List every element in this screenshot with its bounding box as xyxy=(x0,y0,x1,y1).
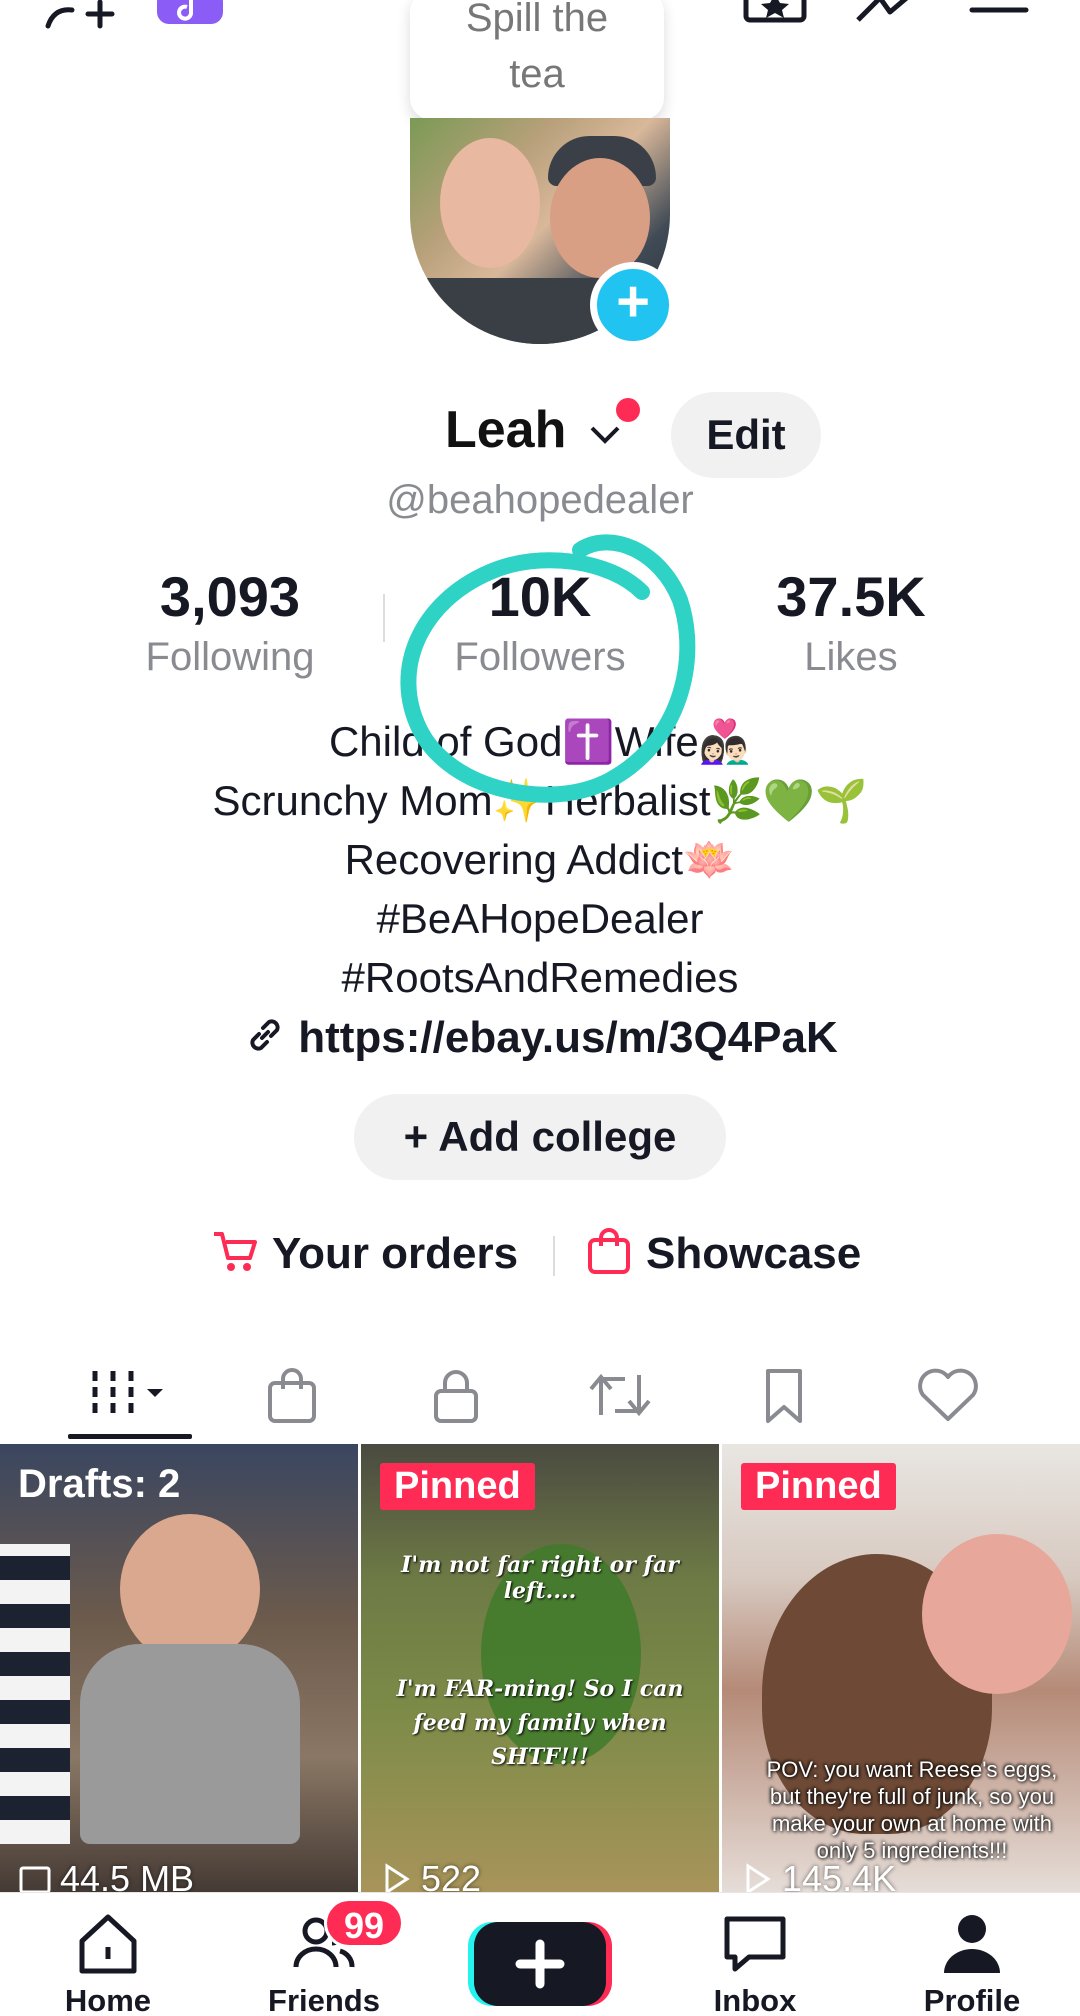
username-handle: @beahopedealer xyxy=(386,478,694,522)
likes-stat[interactable]: 37.5K Likes xyxy=(721,565,981,685)
video-thumbnail[interactable]: Pinned I'm not far right or far left....… xyxy=(361,1444,719,1892)
menu-icon[interactable] xyxy=(966,0,1036,40)
video-thumbnail[interactable]: Drafts: 2 44.5 MB xyxy=(0,1444,358,1892)
shopping-bag-icon xyxy=(584,1226,634,1276)
likes-label: Likes xyxy=(804,635,898,679)
video-thumbnail[interactable]: Pinned POV: you want Reese's eggs, but t… xyxy=(722,1444,1080,1892)
star-icon[interactable] xyxy=(740,0,810,40)
followers-stat[interactable]: 10K Followers xyxy=(410,565,670,685)
spill-the-tea-tooltip[interactable]: Spill the tea xyxy=(410,0,664,120)
nav-home-label: Home xyxy=(64,1983,152,2016)
repost-icon xyxy=(589,1373,651,1417)
active-tab-indicator xyxy=(68,1434,192,1439)
pinned-badge: Pinned xyxy=(380,1463,535,1510)
activity-icon[interactable] xyxy=(850,0,930,40)
following-label: Following xyxy=(145,635,315,679)
nav-home[interactable]: Home xyxy=(18,1907,198,2016)
draft-size: 44.5 MB xyxy=(60,1858,195,1892)
bio-line: Child of God✝️Wife👩🏻‍❤️‍👨🏻 xyxy=(328,718,752,765)
your-orders-button[interactable]: Your orders xyxy=(210,1226,518,1282)
bookmark-icon xyxy=(766,1369,802,1423)
following-stat[interactable]: 3,093 Following xyxy=(100,565,360,685)
drafts-label: Drafts: 2 xyxy=(18,1462,181,1506)
bio-line: Scrunchy Mom✨Herbalist🌿💚🌱 xyxy=(212,777,868,824)
bio-link-text: https://ebay.us/m/3Q4PaK xyxy=(298,1013,838,1062)
video-footer: 44.5 MB xyxy=(18,1858,194,1892)
avatar-person-left xyxy=(440,138,540,268)
person-head xyxy=(120,1514,260,1664)
create-video-button[interactable] xyxy=(466,1916,614,2012)
grid-icon xyxy=(92,1371,163,1419)
tooltip-text: Spill the tea xyxy=(465,0,609,96)
nav-profile-label: Profile xyxy=(923,1983,1021,2016)
friends-notification-badge: 99 xyxy=(324,1898,404,1948)
add-story-plus-icon[interactable]: + xyxy=(590,262,676,348)
tab-videos[interactable] xyxy=(48,1345,212,1445)
video-caption: I'm FAR-ming! So I can feed my family wh… xyxy=(396,1676,684,1770)
tab-shop[interactable] xyxy=(210,1345,374,1445)
view-count: 145.4K xyxy=(782,1858,897,1892)
shop-divider xyxy=(553,1236,555,1276)
video-footer: 522 xyxy=(379,1858,481,1892)
content-tabs xyxy=(0,1345,1080,1445)
bio-link[interactable]: https://ebay.us/m/3Q4PaK xyxy=(0,1012,1080,1063)
followers-count: 10K xyxy=(488,565,592,628)
blanket-pattern xyxy=(0,1544,70,1844)
nav-inbox[interactable]: Inbox xyxy=(665,1907,845,2016)
edit-profile-button[interactable]: Edit xyxy=(671,392,821,478)
stat-divider xyxy=(383,594,385,642)
add-college-button[interactable]: + Add college xyxy=(354,1094,726,1180)
tab-private[interactable] xyxy=(374,1345,538,1445)
shopping-bag-icon xyxy=(268,1368,316,1423)
inbox-icon xyxy=(724,1916,786,1972)
followers-label: Followers xyxy=(454,635,626,679)
heart-icon xyxy=(918,1368,978,1421)
nav-inbox-label: Inbox xyxy=(713,1983,797,2016)
add-friend-icon[interactable] xyxy=(40,0,120,40)
storage-icon xyxy=(18,1862,52,1892)
profile-bio: Child of God✝️Wife👩🏻‍❤️‍👨🏻 Scrunchy Mom✨… xyxy=(0,712,1080,1007)
play-icon xyxy=(740,1862,774,1892)
following-count: 3,093 xyxy=(159,565,301,628)
profile-icon xyxy=(944,1915,1000,1973)
bio-line: Recovering Addict🪷 xyxy=(344,836,736,883)
view-count: 522 xyxy=(421,1858,482,1892)
showcase-button[interactable]: Showcase xyxy=(584,1226,861,1282)
home-icon xyxy=(79,1914,137,1974)
cart-icon xyxy=(210,1226,260,1276)
notification-dot xyxy=(616,398,640,422)
avatar-person-right xyxy=(550,158,650,278)
link-icon xyxy=(242,1012,288,1058)
likes-count: 37.5K xyxy=(776,565,926,628)
play-icon xyxy=(379,1862,413,1892)
bio-line: #RootsAndRemedies xyxy=(341,954,739,1001)
music-app-icon[interactable] xyxy=(155,0,225,40)
plus-icon xyxy=(468,1922,612,2006)
hand xyxy=(922,1534,1072,1694)
tab-saved[interactable] xyxy=(702,1345,866,1445)
tab-reposts[interactable] xyxy=(538,1345,702,1445)
profile-name[interactable]: Leah xyxy=(445,400,566,460)
video-footer: 145.4K xyxy=(740,1858,896,1892)
bio-line: #BeAHopeDealer xyxy=(376,895,704,942)
video-caption: I'm not far right or far left.... xyxy=(401,1552,679,1604)
person-shirt xyxy=(80,1644,300,1844)
your-orders-label: Your orders xyxy=(272,1229,519,1278)
lock-icon xyxy=(434,1370,478,1423)
nav-profile[interactable]: Profile xyxy=(882,1907,1062,2016)
video-caption: POV: you want Reese's eggs, but they're … xyxy=(766,1757,1058,1863)
video-grid: Drafts: 2 44.5 MB Pinned I'm not far rig… xyxy=(0,1444,1080,1892)
tab-liked[interactable] xyxy=(866,1345,1030,1445)
pinned-badge: Pinned xyxy=(741,1463,896,1510)
showcase-label: Showcase xyxy=(646,1229,862,1278)
nav-friends-label: Friends xyxy=(268,1983,380,2016)
chevron-down-icon[interactable] xyxy=(588,420,622,450)
